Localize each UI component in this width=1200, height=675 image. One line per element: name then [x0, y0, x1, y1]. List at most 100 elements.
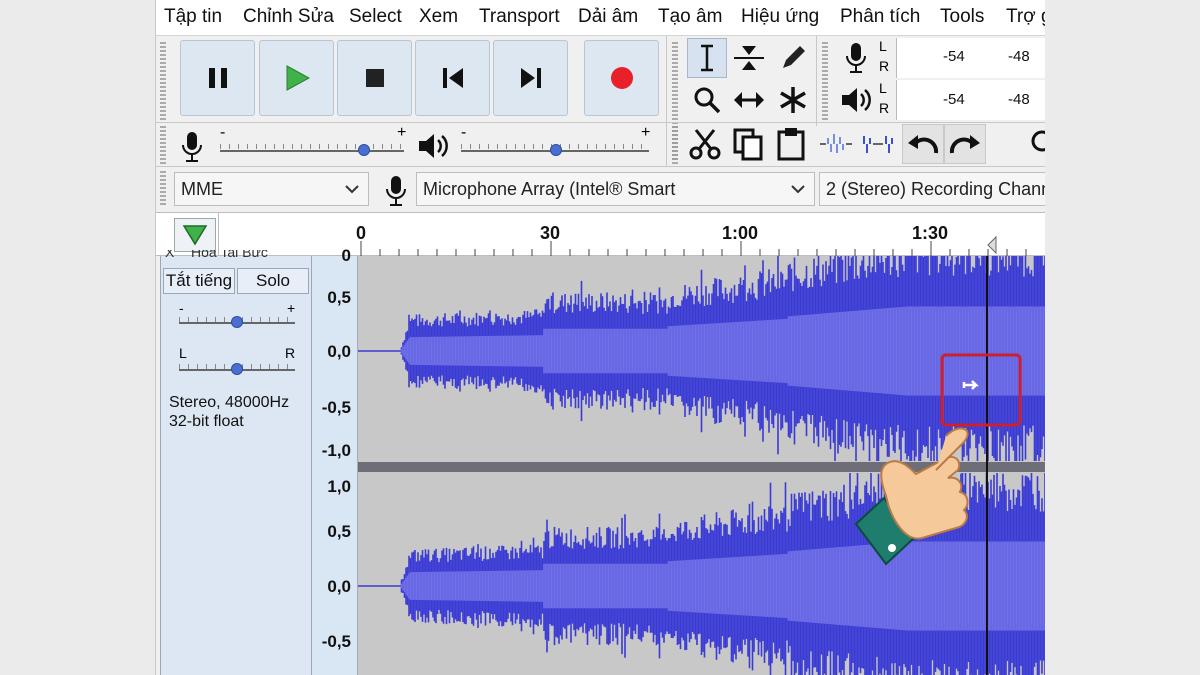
record-volume-slider[interactable]: [220, 150, 404, 152]
cut-button[interactable]: [685, 124, 725, 164]
pan-left-label: L: [179, 345, 187, 361]
pencil-icon: [783, 46, 805, 68]
rec-volume-max: +: [397, 124, 407, 141]
track-format: Stereo, 48000Hz: [169, 394, 290, 411]
meter-grip[interactable]: [822, 42, 828, 122]
copy-button[interactable]: [728, 124, 768, 164]
stop-button[interactable]: [337, 40, 412, 116]
ruler-label: 0: [356, 223, 367, 243]
pause-button[interactable]: [180, 40, 255, 116]
ruler-label: 30: [540, 223, 561, 243]
skip-to-end-button[interactable]: [493, 40, 568, 116]
record-volume-thumb[interactable]: [358, 144, 370, 156]
i-beam-icon: [701, 44, 713, 72]
device-grip[interactable]: [160, 171, 166, 207]
playback-meter-button[interactable]: [836, 80, 876, 120]
microphone-icon: [386, 176, 406, 206]
mixer-grip[interactable]: [160, 126, 166, 164]
track-control-panel: X Hòa Tai Bức Tắt tiếng Solo - + L R Ste…: [160, 250, 312, 675]
menu-generate[interactable]: Tạo âm: [658, 6, 722, 28]
rec-volume-min: -: [220, 124, 226, 141]
toolbar-grip[interactable]: [160, 42, 166, 120]
play-icon: [286, 65, 310, 91]
ruler-label: 1:30: [912, 223, 949, 243]
draw-tool[interactable]: [773, 38, 813, 78]
scale-label: 0: [341, 246, 351, 265]
menu-edit[interactable]: Chỉnh Sửa: [243, 6, 334, 28]
record-icon: [610, 67, 633, 89]
scale-label: 0,0: [327, 342, 351, 361]
paste-button[interactable]: [771, 124, 811, 164]
chevron-down-icon: [791, 185, 805, 194]
mute-button[interactable]: Tắt tiếng: [163, 268, 235, 294]
track-name: Hòa Tai Bức: [191, 250, 268, 260]
track-name-bar[interactable]: X Hòa Tai Bức: [161, 250, 311, 264]
menu-effect[interactable]: Hiệu ứng: [741, 6, 819, 28]
zoom-in-button[interactable]: [1022, 124, 1045, 164]
menu-tracks[interactable]: Dải âm: [578, 6, 638, 28]
playback-meter-tick: -54: [943, 91, 965, 108]
skip-end-icon: [520, 68, 541, 88]
track-close-button[interactable]: X: [165, 250, 174, 260]
menu-bar: Tập tin Chỉnh Sửa Select Xem Transport D…: [156, 0, 1045, 36]
skip-start-icon: [442, 68, 463, 88]
play-button[interactable]: [259, 40, 334, 116]
envelope-icon: [734, 46, 764, 70]
recording-channels-select[interactable]: 2 (Stereo) Recording Chann: [819, 172, 1045, 206]
waveform-area[interactable]: [358, 256, 1045, 675]
stop-icon: [365, 69, 384, 87]
vertical-amplitude-scale[interactable]: 0 0,5 0,0 -0,5 -1,0 1,0 0,5 0,0 -0,5: [312, 246, 358, 675]
solo-button[interactable]: Solo: [237, 268, 309, 294]
record-meter-l: L: [879, 38, 887, 54]
record-meter-button[interactable]: [836, 38, 876, 78]
speaker-icon: [842, 88, 871, 112]
menu-file[interactable]: Tập tin: [164, 6, 222, 28]
menu-tools[interactable]: Tools: [940, 6, 984, 28]
scale-label: 1,0: [327, 477, 351, 496]
record-meter-r: R: [879, 58, 890, 74]
toolbar-area: L R -54 -48 L R -54 -48 - + - + MME Micr…: [156, 36, 1045, 211]
trim-audio-button[interactable]: [816, 124, 856, 164]
menu-transport[interactable]: Transport: [479, 6, 560, 28]
scale-label: -1,0: [321, 441, 351, 460]
redo-button[interactable]: [944, 124, 986, 164]
silence-audio-button[interactable]: [858, 124, 898, 164]
recording-channels-value: 2 (Stereo) Recording Chann: [826, 178, 1045, 199]
zoom-tool[interactable]: [687, 80, 727, 120]
undo-icon: [908, 135, 939, 154]
menu-select[interactable]: Select: [349, 6, 402, 28]
menu-analyze[interactable]: Phân tích: [840, 6, 920, 28]
playback-volume-thumb[interactable]: [550, 144, 562, 156]
chevron-down-icon: [345, 185, 359, 194]
menu-help[interactable]: Trợ g: [1006, 6, 1045, 28]
multi-tool[interactable]: [773, 80, 813, 120]
menu-view[interactable]: Xem: [419, 6, 458, 28]
playback-meter-tick: -48: [1008, 91, 1030, 108]
recording-device-value: Microphone Array (Intel® Smart: [423, 178, 676, 199]
scale-label: 0,0: [327, 577, 351, 596]
selection-tool[interactable]: [687, 38, 727, 78]
play-volume-max: +: [641, 124, 651, 141]
time-shift-tool[interactable]: [729, 80, 769, 120]
silence-icon: [863, 136, 893, 153]
recording-device-select[interactable]: Microphone Array (Intel® Smart: [416, 172, 815, 206]
pause-icon: [208, 68, 227, 88]
edit-grip[interactable]: [672, 126, 678, 164]
clipboard-icon: [777, 128, 805, 161]
audio-host-select[interactable]: MME: [174, 172, 369, 206]
envelope-tool[interactable]: [729, 38, 769, 78]
scale-label: -0,5: [321, 632, 351, 651]
pan-slider-thumb[interactable]: [231, 363, 243, 375]
skip-to-start-button[interactable]: [415, 40, 490, 116]
waveform-display[interactable]: [358, 256, 1045, 675]
speaker-icon: [419, 134, 448, 158]
record-button[interactable]: [584, 40, 659, 116]
redo-icon: [949, 135, 980, 154]
playback-meter-l: L: [879, 80, 887, 96]
asterisk-icon: [780, 87, 806, 113]
microphone-icon: [182, 132, 202, 162]
scale-label: -0,5: [321, 398, 351, 417]
gain-slider-thumb[interactable]: [231, 316, 243, 328]
undo-button[interactable]: [902, 124, 944, 164]
microphone-icon: [846, 43, 866, 73]
